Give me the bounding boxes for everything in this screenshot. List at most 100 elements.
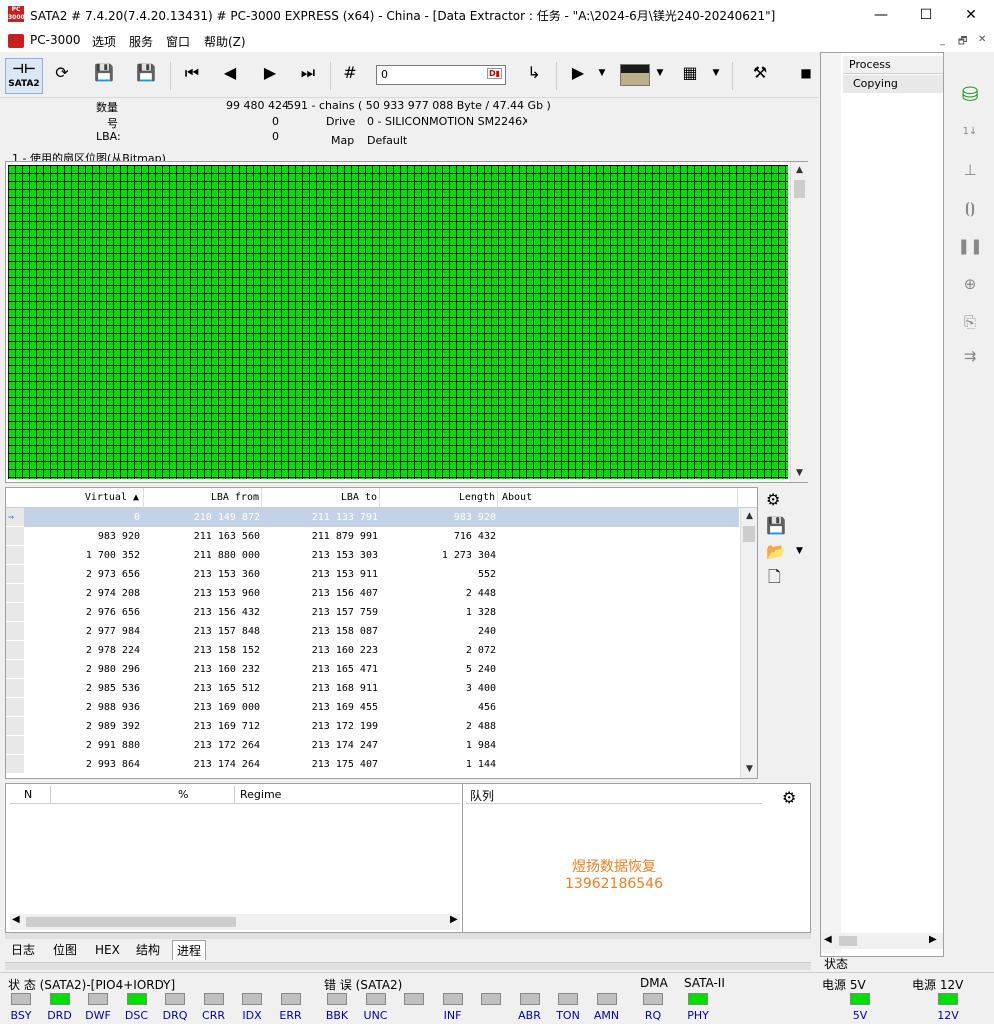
table-row[interactable]: 2 978 224 213 158 152 213 160 223 2 072	[6, 641, 739, 660]
save-icon[interactable]: 💾	[88, 58, 120, 92]
tab-log[interactable]: 日志	[7, 940, 39, 960]
col-lba-from[interactable]: LBA from	[144, 488, 262, 508]
copy-config-icon[interactable]: ⎘	[956, 308, 984, 336]
database-icon[interactable]: ⛁	[956, 80, 984, 108]
mdi-minimize-button[interactable]: _	[940, 35, 945, 46]
cell-lba-to: 213 169 455	[311, 702, 378, 713]
table-row[interactable]: 2 991 880 213 172 264 213 174 247 1 984	[6, 736, 739, 755]
scroll-down-icon[interactable]: ▼	[791, 465, 808, 482]
sector-bitmap[interactable]	[8, 165, 788, 479]
last-icon[interactable]: ⏭	[292, 58, 324, 92]
tab-state[interactable]: 状态	[824, 955, 848, 972]
bitmap-scrollbar[interactable]: ▲ ▼	[790, 162, 808, 482]
table-row[interactable]: 2 993 864 213 174 264 213 175 407 1 144	[6, 755, 739, 774]
chevron-down-icon[interactable]: ▼	[592, 58, 612, 92]
scroll-thumb[interactable]	[839, 936, 857, 946]
splitter[interactable]	[5, 962, 811, 970]
chevron-down-icon[interactable]: ▼	[706, 58, 726, 92]
prev-icon[interactable]: ◀	[214, 58, 246, 92]
col-about[interactable]: About	[498, 488, 738, 508]
grid-icon[interactable]: ▦	[674, 58, 706, 92]
goto-icon[interactable]: #	[334, 58, 366, 92]
chevron-down-icon[interactable]: ▼	[796, 546, 803, 556]
table-row[interactable]: 2 988 936 213 169 000 213 169 455 456	[6, 698, 739, 717]
col-n[interactable]: N	[24, 788, 32, 801]
menu-service[interactable]: 服务	[129, 33, 153, 50]
stop-icon[interactable]: ■	[790, 58, 822, 92]
scroll-up-icon[interactable]: ▲	[791, 162, 808, 179]
save-icon[interactable]: 💾	[766, 516, 786, 535]
scroll-down-icon[interactable]: ▼	[741, 761, 757, 778]
lba-label: LBA:	[96, 130, 121, 143]
settings-icon[interactable]: ⚙	[766, 490, 780, 509]
sata-mode-button[interactable]: ⊣⊢ SATA2	[5, 58, 43, 94]
table-row[interactable]: 1 700 352 211 880 000 213 153 303 1 273 304	[6, 546, 739, 565]
table-row[interactable]: 2 985 536 213 165 512 213 168 911 3 400	[6, 679, 739, 698]
minimize-button[interactable]: —	[858, 0, 904, 30]
save-as-icon[interactable]: 💾	[130, 58, 162, 92]
play-icon[interactable]: ▶	[562, 58, 594, 92]
mdi-close-button[interactable]: ✕	[978, 34, 986, 45]
col-lba-to[interactable]: LBA to	[262, 488, 380, 508]
cell-length: 1 273 304	[441, 550, 496, 561]
scroll-up-icon[interactable]: ▲	[741, 508, 757, 525]
lba-input[interactable]: 0 D▮	[376, 65, 506, 85]
table-scrollbar[interactable]: ▲ ▼	[740, 508, 757, 778]
lba-value: 0	[272, 130, 279, 143]
table-row[interactable]: 2 974 208 213 153 960 213 156 407 2 448	[6, 584, 739, 603]
chevron-down-icon[interactable]: ▼	[650, 58, 670, 92]
tab-process[interactable]: 进程	[172, 940, 207, 960]
reset-icon[interactable]: ⟳	[46, 58, 78, 92]
menu-help[interactable]: 帮助(Z)	[204, 33, 246, 50]
table-row[interactable]: 2 977 984 213 157 848 213 158 087 240	[6, 622, 739, 641]
scroll-right-icon[interactable]: ▶	[929, 934, 937, 945]
tab-structure[interactable]: 结构	[132, 940, 164, 960]
col-virtual[interactable]: Virtual ▲	[24, 488, 144, 508]
bracket-icon[interactable]: ⦗⦘	[956, 194, 984, 222]
table-row[interactable]: 2 989 392 213 169 712 213 172 199 2 488	[6, 717, 739, 736]
table-row[interactable]: 983 920 211 163 560 211 879 991 716 432	[6, 527, 739, 546]
col-length[interactable]: Length	[380, 488, 498, 508]
right-hscrollbar[interactable]: ◀ ▶	[821, 933, 943, 949]
maximize-button[interactable]: ☐	[903, 0, 949, 30]
process-copying-item[interactable]: Copying	[843, 75, 943, 93]
menu-options[interactable]: 选项	[92, 33, 116, 50]
col-regime[interactable]: Regime	[240, 788, 281, 801]
process-column-header[interactable]: Process	[843, 56, 943, 74]
menu-window[interactable]: 窗口	[166, 33, 190, 50]
next-icon[interactable]: ▶	[254, 58, 286, 92]
scroll-left-icon[interactable]: ◀	[824, 934, 832, 945]
pause-icon[interactable]: ❚❚	[956, 232, 984, 260]
scroll-thumb[interactable]	[26, 917, 236, 927]
step-icon[interactable]: ⊕	[956, 270, 984, 298]
scroll-thumb[interactable]	[743, 526, 755, 542]
table-row[interactable]: ⇒ 0 210 149 872 211 133 791 983 920	[6, 508, 739, 527]
menu-pc3000[interactable]: PC-3000	[30, 33, 80, 47]
tab-hex[interactable]: HEX	[91, 940, 124, 960]
close-button[interactable]: ✕	[948, 0, 994, 30]
branch-icon[interactable]: ⊥	[956, 156, 984, 184]
table-row[interactable]: 2 980 296 213 160 232 213 165 471 5 240	[6, 660, 739, 679]
cell-virtual: 2 989 392	[85, 721, 140, 732]
col-percent[interactable]: %	[178, 788, 188, 801]
first-icon[interactable]: ⏮	[176, 58, 208, 92]
new-file-icon[interactable]: 🗋	[768, 566, 781, 593]
open-folder-icon[interactable]: 📂	[766, 542, 786, 561]
link-icon[interactable]: ⇉	[956, 342, 984, 370]
table-row[interactable]: 2 976 656 213 156 432 213 157 759 1 328	[6, 603, 739, 622]
direction-flag-icon[interactable]: D▮	[486, 68, 502, 79]
scroll-thumb[interactable]	[794, 180, 805, 198]
tools-icon[interactable]: ⚒	[744, 58, 776, 92]
scroll-left-icon[interactable]: ◀	[12, 914, 20, 925]
open-icon[interactable]: ↳	[518, 58, 550, 92]
tab-bitmap[interactable]: 位图	[49, 940, 81, 960]
reset-counter-icon[interactable]: 1↓	[956, 118, 984, 146]
cell-length: 552	[477, 569, 496, 580]
table-row[interactable]: 2 973 656 213 153 360 213 153 911 552	[6, 565, 739, 584]
image-mode-icon[interactable]	[620, 64, 650, 86]
cell-lba-from: 211 163 560	[193, 531, 260, 542]
process-hscrollbar[interactable]: ◀ ▶	[10, 914, 460, 930]
settings-icon[interactable]: ⚙	[782, 788, 796, 807]
mdi-restore-button[interactable]: 🗗	[958, 34, 967, 51]
scroll-right-icon[interactable]: ▶	[450, 914, 458, 925]
